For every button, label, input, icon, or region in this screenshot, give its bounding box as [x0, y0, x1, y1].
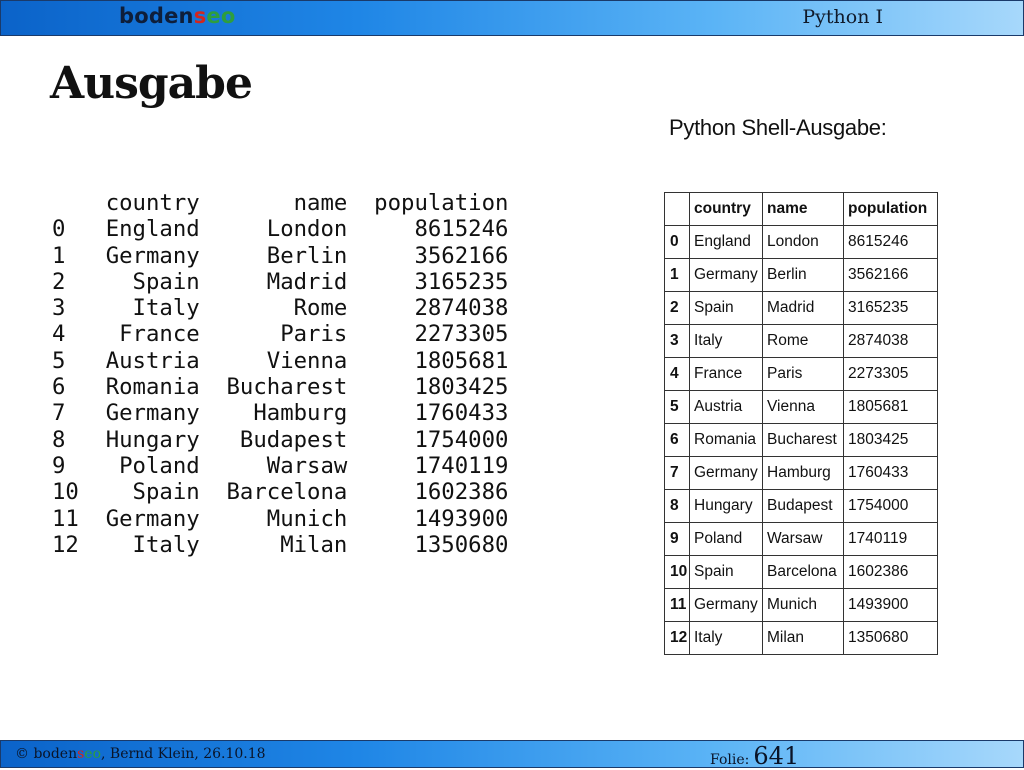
- cell-country: Spain: [689, 555, 763, 589]
- cell-country: Germany: [689, 456, 763, 490]
- cell-population: 1760433: [843, 456, 938, 490]
- table-row: 7 Germany Hamburg 1760433: [664, 456, 938, 490]
- slide-number: Folie: 641: [710, 742, 800, 770]
- cell-name: London: [762, 225, 844, 259]
- table-row: 10 Spain Barcelona 1602386: [664, 555, 938, 589]
- cell-name: Munich: [762, 588, 844, 622]
- table-row: 11 Germany Munich 1493900: [664, 588, 938, 622]
- cell-population: 1805681: [843, 390, 938, 424]
- dataframe-table: country name population 0 England London 86…: [664, 192, 938, 655]
- bodenseo-logo: bodenseo: [119, 4, 236, 28]
- cell-name: Warsaw: [762, 522, 844, 556]
- index-header: [664, 192, 690, 226]
- row-index: 12: [664, 621, 690, 655]
- cell-name: Rome: [762, 324, 844, 358]
- cell-population: 3562166: [843, 258, 938, 292]
- cell-name: Budapest: [762, 489, 844, 523]
- cell-name: Berlin: [762, 258, 844, 292]
- column-header-population: population: [843, 192, 938, 226]
- row-index: 8: [664, 489, 690, 523]
- cell-country: Italy: [689, 621, 763, 655]
- cell-name: Vienna: [762, 390, 844, 424]
- table-row: 4 France Paris 2273305: [664, 357, 938, 391]
- cell-population: 2273305: [843, 357, 938, 391]
- column-header-country: country: [689, 192, 763, 226]
- cell-country: Spain: [689, 291, 763, 325]
- cell-name: Milan: [762, 621, 844, 655]
- table-row: 6 Romania Bucharest 1803425: [664, 423, 938, 457]
- course-title: Python I: [802, 6, 883, 28]
- row-index: 2: [664, 291, 690, 325]
- row-index: 6: [664, 423, 690, 457]
- cell-population: 1803425: [843, 423, 938, 457]
- row-index: 4: [664, 357, 690, 391]
- table-row: 3 Italy Rome 2874038: [664, 324, 938, 358]
- cell-name: Paris: [762, 357, 844, 391]
- row-index: 1: [664, 258, 690, 292]
- cell-name: Barcelona: [762, 555, 844, 589]
- cell-country: France: [689, 357, 763, 391]
- cell-population: 1740119: [843, 522, 938, 556]
- footer-copyright: © bodenseo, Bernd Klein, 26.10.18: [15, 746, 266, 762]
- row-index: 9: [664, 522, 690, 556]
- table-header-row: country name population: [664, 192, 938, 226]
- cell-population: 1754000: [843, 489, 938, 523]
- table-row: 8 Hungary Budapest 1754000: [664, 489, 938, 523]
- row-index: 10: [664, 555, 690, 589]
- table-row: 5 Austria Vienna 1805681: [664, 390, 938, 424]
- cell-country: Italy: [689, 324, 763, 358]
- row-index: 7: [664, 456, 690, 490]
- row-index: 3: [664, 324, 690, 358]
- row-index: 11: [664, 588, 690, 622]
- table-row: 2 Spain Madrid 3165235: [664, 291, 938, 325]
- table-row: 9 Poland Warsaw 1740119: [664, 522, 938, 556]
- header-bar: bodenseo Python I: [0, 0, 1024, 36]
- cell-name: Madrid: [762, 291, 844, 325]
- cell-population: 1350680: [843, 621, 938, 655]
- cell-population: 8615246: [843, 225, 938, 259]
- table-row: 12 Italy Milan 1350680: [664, 621, 938, 655]
- slide-title: Ausgabe: [50, 58, 253, 109]
- footer-bar: © bodenseo, Bernd Klein, 26.10.18 Folie:…: [0, 740, 1024, 770]
- cell-country: Poland: [689, 522, 763, 556]
- cell-population: 1602386: [843, 555, 938, 589]
- console-output: country name population 0 England London…: [52, 190, 509, 558]
- shell-output-label: Python Shell-Ausgabe:: [669, 115, 887, 140]
- cell-name: Bucharest: [762, 423, 844, 457]
- row-index: 5: [664, 390, 690, 424]
- column-header-name: name: [762, 192, 844, 226]
- row-index: 0: [664, 225, 690, 259]
- table-row: 1 Germany Berlin 3562166: [664, 258, 938, 292]
- cell-country: England: [689, 225, 763, 259]
- cell-country: Austria: [689, 390, 763, 424]
- cell-country: Germany: [689, 588, 763, 622]
- table-row: 0 England London 8615246: [664, 225, 938, 259]
- cell-population: 1493900: [843, 588, 938, 622]
- cell-name: Hamburg: [762, 456, 844, 490]
- cell-country: Hungary: [689, 489, 763, 523]
- cell-country: Germany: [689, 258, 763, 292]
- cell-population: 3165235: [843, 291, 938, 325]
- cell-country: Romania: [689, 423, 763, 457]
- cell-population: 2874038: [843, 324, 938, 358]
